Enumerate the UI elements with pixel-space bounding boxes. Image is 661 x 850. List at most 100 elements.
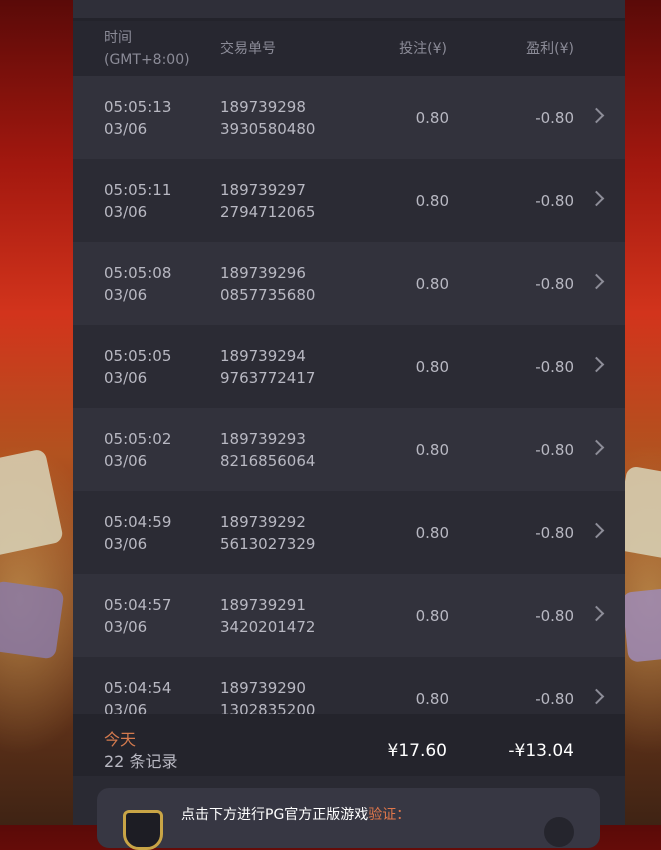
header-timezone-label: (GMT+8:00) xyxy=(104,52,190,68)
chevron-right-icon[interactable] xyxy=(588,356,605,373)
banner-expand-button[interactable] xyxy=(544,817,574,847)
table-header: 时间 (GMT+8:00) 交易单号 投注(¥) 盈利(¥) xyxy=(73,21,625,76)
row-order-id-part1: 189739292 xyxy=(220,513,306,531)
chevron-right-icon[interactable] xyxy=(588,688,605,705)
table-row[interactable]: 05:04:54 03/06 189739290 1302835200 0.80… xyxy=(73,657,625,714)
chevron-right-icon[interactable] xyxy=(588,439,605,456)
summary-total-profit: -¥13.04 xyxy=(508,741,574,761)
table-row[interactable]: 05:05:13 03/06 189739298 3930580480 0.80… xyxy=(73,76,625,159)
row-order-id-cell: 189739297 2794712065 xyxy=(220,179,315,223)
background-tile-decoration xyxy=(0,580,65,660)
chevron-right-icon[interactable] xyxy=(588,522,605,539)
header-order-id: 交易单号 xyxy=(220,41,276,57)
chevron-right-icon[interactable] xyxy=(588,190,605,207)
row-date: 03/06 xyxy=(104,203,148,221)
row-order-id-part1: 189739296 xyxy=(220,264,306,282)
table-row[interactable]: 05:05:02 03/06 189739293 8216856064 0.80… xyxy=(73,408,625,491)
row-order-id-part2: 0857735680 xyxy=(220,286,316,304)
row-date: 03/06 xyxy=(104,701,148,714)
row-time-cell: 05:05:13 03/06 xyxy=(104,96,171,140)
row-date: 03/06 xyxy=(104,618,148,636)
row-order-id-part2: 3930580480 xyxy=(220,120,316,138)
panel-top-strip xyxy=(73,0,625,21)
transaction-list[interactable]: 05:05:13 03/06 189739298 3930580480 0.80… xyxy=(73,76,625,714)
row-date: 03/06 xyxy=(104,120,148,138)
row-bet: 0.80 xyxy=(415,358,449,376)
row-bet: 0.80 xyxy=(415,524,449,542)
row-profit: -0.80 xyxy=(535,358,574,376)
verification-banner[interactable]: 点击下方进行PG官方正版游戏验证： xyxy=(97,788,600,850)
row-date: 03/06 xyxy=(104,535,148,553)
row-time-cell: 05:04:54 03/06 xyxy=(104,677,171,714)
bet-history-panel: 时间 (GMT+8:00) 交易单号 投注(¥) 盈利(¥) 05:05:13 … xyxy=(73,0,625,825)
row-order-id-cell: 189739290 1302835200 xyxy=(220,677,315,714)
row-order-id-part1: 189739291 xyxy=(220,596,306,614)
row-date: 03/06 xyxy=(104,286,148,304)
row-profit: -0.80 xyxy=(535,192,574,210)
table-row[interactable]: 05:05:11 03/06 189739297 2794712065 0.80… xyxy=(73,159,625,242)
row-time: 05:04:57 xyxy=(104,596,172,614)
row-bet: 0.80 xyxy=(415,109,449,127)
row-profit: -0.80 xyxy=(535,524,574,542)
row-order-id-part2: 5613027329 xyxy=(220,535,316,553)
chevron-right-icon[interactable] xyxy=(588,107,605,124)
row-order-id-part1: 189739298 xyxy=(220,98,306,116)
row-order-id-part2: 9763772417 xyxy=(220,369,316,387)
row-time-cell: 05:05:02 03/06 xyxy=(104,428,171,472)
table-row[interactable]: 05:05:05 03/06 189739294 9763772417 0.80… xyxy=(73,325,625,408)
row-time: 05:05:11 xyxy=(104,181,172,199)
row-bet: 0.80 xyxy=(415,607,449,625)
row-profit: -0.80 xyxy=(535,690,574,708)
row-time-cell: 05:04:59 03/06 xyxy=(104,511,171,555)
row-order-id-cell: 189739291 3420201472 xyxy=(220,594,315,638)
chevron-right-icon[interactable] xyxy=(588,605,605,622)
banner-highlight: 验证： xyxy=(368,807,411,823)
row-bet: 0.80 xyxy=(415,275,449,293)
summary-bar: 今天 22 条记录 ¥17.60 -¥13.04 xyxy=(73,714,625,776)
row-profit: -0.80 xyxy=(535,275,574,293)
row-time: 05:04:59 xyxy=(104,513,172,531)
summary-record-count: 22 条记录 xyxy=(104,752,178,771)
row-order-id-cell: 189739292 5613027329 xyxy=(220,511,315,555)
header-time-label: 时间 xyxy=(104,30,132,46)
shield-icon xyxy=(123,810,163,850)
row-order-id-part2: 3420201472 xyxy=(220,618,316,636)
row-time: 05:05:08 xyxy=(104,264,172,282)
row-order-id-part1: 189739293 xyxy=(220,430,306,448)
row-time: 05:05:13 xyxy=(104,98,172,116)
chevron-right-icon[interactable] xyxy=(588,273,605,290)
row-time-cell: 05:05:08 03/06 xyxy=(104,262,171,306)
row-order-id-part2: 8216856064 xyxy=(220,452,316,470)
row-order-id-part1: 189739297 xyxy=(220,181,306,199)
header-time: 时间 (GMT+8:00) xyxy=(104,27,190,71)
summary-total-bet: ¥17.60 xyxy=(387,741,447,761)
banner-message: 点击下方进行PG官方正版游戏 xyxy=(181,807,369,823)
header-bet: 投注(¥) xyxy=(399,41,447,57)
banner-text: 点击下方进行PG官方正版游戏验证： xyxy=(181,805,410,825)
table-row[interactable]: 05:04:59 03/06 189739292 5613027329 0.80… xyxy=(73,491,625,574)
row-time: 05:05:05 xyxy=(104,347,172,365)
row-time: 05:05:02 xyxy=(104,430,172,448)
row-time-cell: 05:05:11 03/06 xyxy=(104,179,171,223)
table-row[interactable]: 05:04:57 03/06 189739291 3420201472 0.80… xyxy=(73,574,625,657)
row-order-id-part2: 1302835200 xyxy=(220,701,316,714)
table-row[interactable]: 05:05:08 03/06 189739296 0857735680 0.80… xyxy=(73,242,625,325)
row-order-id-cell: 189739298 3930580480 xyxy=(220,96,315,140)
row-date: 03/06 xyxy=(104,452,148,470)
row-order-id-part1: 189739294 xyxy=(220,347,306,365)
row-order-id-cell: 189739296 0857735680 xyxy=(220,262,315,306)
background-tile-decoration xyxy=(0,448,65,557)
row-profit: -0.80 xyxy=(535,109,574,127)
row-bet: 0.80 xyxy=(415,690,449,708)
row-time: 05:04:54 xyxy=(104,679,172,697)
background-tile-decoration xyxy=(621,587,661,663)
row-date: 03/06 xyxy=(104,369,148,387)
header-profit: 盈利(¥) xyxy=(526,41,574,57)
row-order-id-cell: 189739293 8216856064 xyxy=(220,428,315,472)
row-order-id-part2: 2794712065 xyxy=(220,203,316,221)
row-bet: 0.80 xyxy=(415,192,449,210)
row-order-id-part1: 189739290 xyxy=(220,679,306,697)
summary-period[interactable]: 今天 xyxy=(104,729,136,751)
row-profit: -0.80 xyxy=(535,441,574,459)
row-bet: 0.80 xyxy=(415,441,449,459)
